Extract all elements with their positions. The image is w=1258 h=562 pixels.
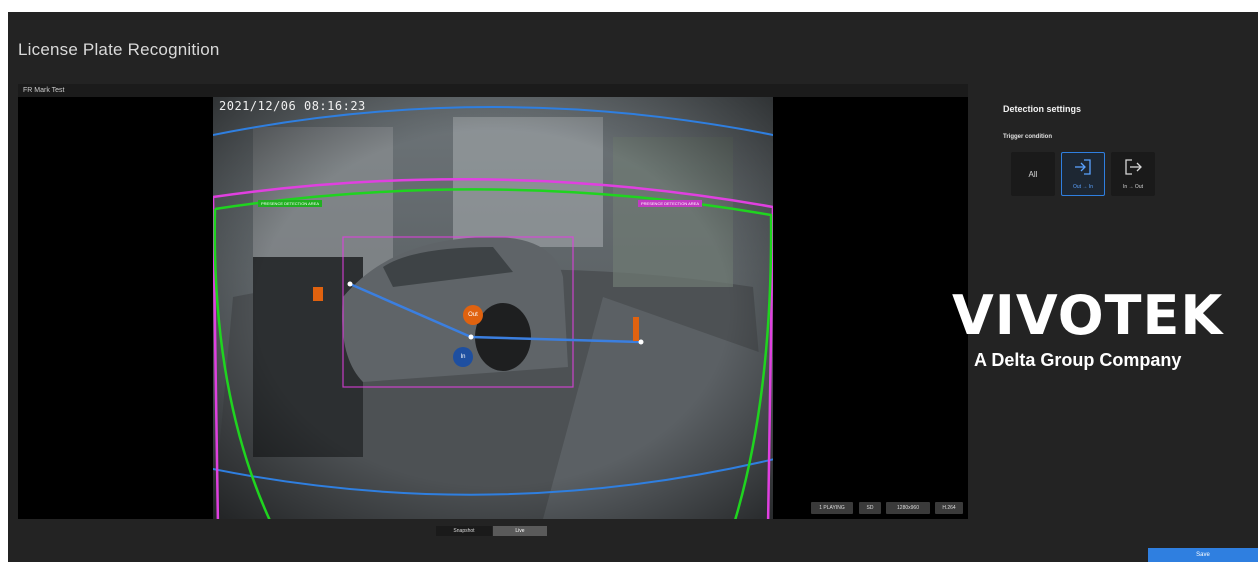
- enter-icon: [1074, 158, 1092, 180]
- page-title: License Plate Recognition: [18, 40, 220, 59]
- zone-tag-right: PRESENCE DETECTION AREA: [638, 200, 703, 207]
- zone-tag-left: PRESENCE DETECTION AREA: [258, 200, 323, 207]
- status-quality: SD: [859, 502, 881, 514]
- trigger-option-in-out[interactable]: In → Out: [1111, 152, 1155, 196]
- exit-icon: [1124, 158, 1142, 180]
- camera-timestamp: 2021/12/06 08:16:23: [219, 99, 366, 113]
- video-panel: FR Mark Test 2021/12/06 08:16:23 PRESENC…: [18, 84, 968, 519]
- camera-scene: [213, 97, 773, 519]
- vivotek-logo: VIVOTEK: [952, 284, 1224, 347]
- app-window: License Plate Recognition FR Mark Test 2…: [8, 12, 1258, 562]
- snapshot-button[interactable]: Snapshot: [436, 526, 492, 536]
- trigger-option-in-out-label: In → Out: [1122, 183, 1143, 190]
- trigger-option-out-in-label: Out → In: [1072, 183, 1093, 190]
- video-panel-title: FR Mark Test: [18, 84, 968, 97]
- out-marker[interactable]: Out: [463, 305, 483, 325]
- traffic-cone: [313, 287, 323, 301]
- trigger-line-end: [638, 339, 644, 345]
- trigger-option-all-label: All: [1028, 169, 1038, 179]
- trigger-line-mid: [468, 334, 474, 340]
- trigger-condition-label: Trigger condition: [1003, 134, 1052, 140]
- camera-feed[interactable]: 2021/12/06 08:16:23 PRESENCE DETECTION A…: [213, 97, 773, 519]
- status-resolution: 1280x960: [886, 502, 930, 514]
- status-codec: H.264: [935, 502, 963, 514]
- trigger-option-all[interactable]: All: [1011, 152, 1055, 196]
- brand-tagline: A Delta Group Company: [974, 350, 1182, 370]
- detection-settings-title: Detection settings: [1003, 104, 1082, 114]
- live-button[interactable]: Live: [493, 526, 547, 536]
- in-marker[interactable]: In: [453, 347, 473, 367]
- trigger-option-out-in[interactable]: Out → In: [1061, 152, 1105, 196]
- status-playing: 1 PLAYING: [811, 502, 853, 514]
- vignette: [213, 97, 773, 519]
- save-button[interactable]: Save: [1148, 548, 1258, 562]
- trigger-line-start: [347, 281, 353, 287]
- traffic-cone-right: [633, 317, 639, 341]
